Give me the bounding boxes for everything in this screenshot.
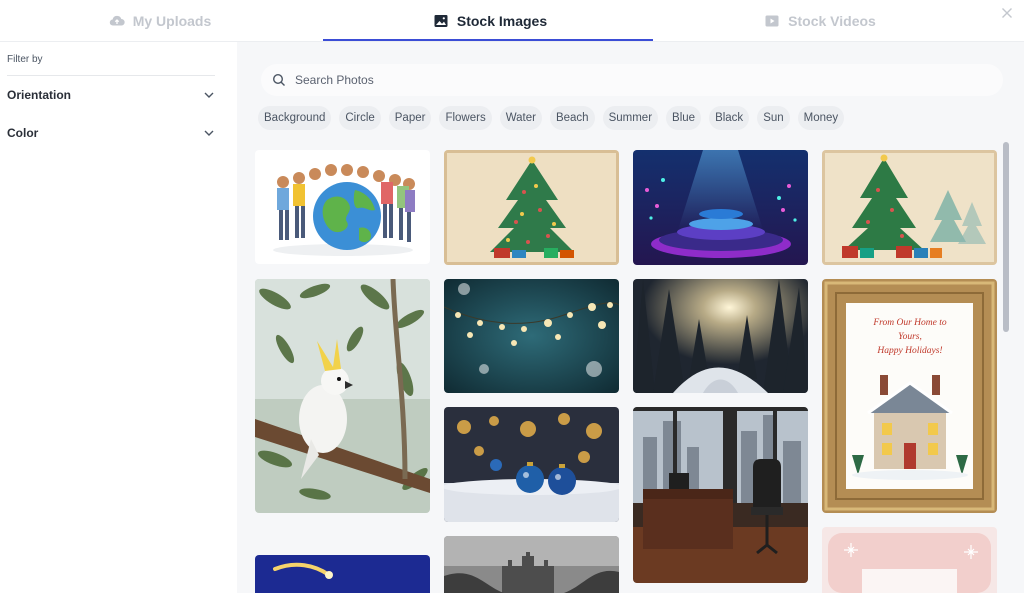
stock-image-kids-with-globe[interactable] [255,150,430,264]
filter-label: Orientation [7,88,72,102]
divider [7,75,215,76]
tag-chips: Background Circle Paper Flowers Water Be… [258,106,845,130]
stock-image-christmas-tree-on-parchment[interactable] [444,150,619,265]
stock-image-christmas-ornaments-bokeh[interactable] [444,407,619,522]
chip-money[interactable]: Money [797,106,845,130]
stock-image-holiday-card-house[interactable]: From Our Home to Yours, Happy Holidays! [822,279,997,513]
filter-sidebar: Filter by Orientation Color [0,42,237,593]
tab-label: Stock Images [456,13,548,29]
stock-image-cockatoo-on-branch[interactable] [255,279,430,513]
card-text-line2: Yours, [898,332,922,342]
gallery-scrollbar[interactable] [1003,142,1009,332]
search-bar [261,64,1003,96]
stock-image-neon-podium[interactable] [633,150,808,265]
stock-image-star-string-lights[interactable] [444,279,619,393]
stock-image-shooting-star-night[interactable] [255,555,430,593]
video-icon [764,13,780,29]
chip-black[interactable]: Black [709,106,750,130]
stock-image-office-with-city-view[interactable] [633,407,808,583]
stock-image-castle-monochrome[interactable] [444,536,619,593]
chip-water[interactable]: Water [499,106,542,130]
search-icon [272,73,286,87]
tab-bar: My Uploads Stock Images Stock Videos [0,0,1024,42]
card-text-line3: Happy Holidays! [876,346,942,356]
tab-my-uploads[interactable]: My Uploads [100,0,220,42]
chip-blue[interactable]: Blue [666,106,702,130]
stock-image-christmas-tree-with-gifts[interactable] [822,150,997,265]
image-icon [433,13,449,29]
filter-orientation[interactable]: Orientation [7,83,215,107]
tab-stock-videos[interactable]: Stock Videos [760,0,880,42]
tab-label: Stock Videos [788,13,876,29]
chevron-down-icon [203,89,215,101]
chip-background[interactable]: Background [258,106,332,130]
chip-flowers[interactable]: Flowers [439,106,492,130]
search-input[interactable] [261,64,1003,96]
filter-by-label: Filter by [7,54,43,65]
chip-paper[interactable]: Paper [388,106,432,130]
tab-label: My Uploads [132,13,212,29]
filter-label: Color [7,126,39,140]
chip-circle[interactable]: Circle [339,106,381,130]
cloud-upload-icon [109,13,125,29]
chevron-down-icon [203,127,215,139]
tab-stock-images[interactable]: Stock Images [430,0,550,42]
active-tab-indicator [323,39,653,41]
chip-summer[interactable]: Summer [602,106,659,130]
filter-color[interactable]: Color [7,121,215,145]
close-icon[interactable] [998,4,1016,22]
chip-beach[interactable]: Beach [549,106,595,130]
stock-images-panel: Background Circle Paper Flowers Water Be… [237,42,1024,593]
stock-image-snowy-forest-sunbeam[interactable] [633,279,808,393]
card-text-line1: From Our Home to [872,318,947,328]
chip-sun[interactable]: Sun [757,106,790,130]
stock-image-pink-frame[interactable] [822,527,997,593]
